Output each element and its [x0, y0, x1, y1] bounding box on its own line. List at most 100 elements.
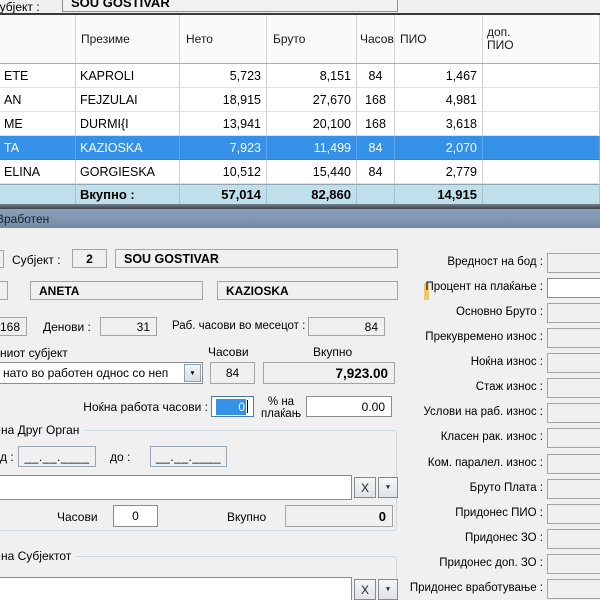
table-header-hours[interactable]: Часов — [357, 15, 395, 63]
field-label: Придонес вработување : — [320, 582, 543, 594]
cell-hours[interactable]: 84 — [357, 136, 395, 160]
table-header-row: Презиме Нето Бруто Часов ПИО доп. ПИО — [0, 15, 600, 64]
cell-pio[interactable]: 1,467 — [395, 64, 483, 88]
table-row[interactable]: ME DURMI{I 13,941 20,100 168 3,618 — [0, 112, 600, 136]
cell-firstname[interactable]: ETE — [0, 64, 76, 88]
cell-neto[interactable]: 13,941 — [180, 112, 267, 136]
table-header-neto[interactable]: Нето — [180, 15, 267, 63]
field-label: Основно Бруто : — [320, 306, 543, 318]
text-cursor — [247, 400, 248, 413]
combo-hours-field[interactable]: 84 — [210, 362, 255, 384]
totals-neto: 57,014 — [180, 184, 267, 204]
cell-hours[interactable]: 168 — [357, 88, 395, 112]
cell-pio[interactable]: 3,618 — [395, 112, 483, 136]
date-from-label: д : — [0, 450, 14, 464]
night-hours-input[interactable]: 0 — [211, 396, 254, 417]
cell-bruto[interactable]: 20,100 — [267, 112, 357, 136]
work-hours-label: Раб. часови во месецот : — [172, 320, 305, 332]
cell-surname[interactable]: DURMI{I — [76, 112, 180, 136]
table-header-firstname[interactable] — [0, 15, 76, 63]
subject-code-field[interactable]: 2 — [72, 249, 107, 268]
cell-neto[interactable]: 10,512 — [180, 160, 267, 184]
dialog-titlebar[interactable]: Вработен — [0, 209, 600, 228]
dialog-title: Вработен — [0, 212, 49, 226]
field-label: Ноќна износ : — [320, 356, 543, 368]
cell-dop-pio[interactable] — [483, 136, 600, 160]
totals-empty — [0, 184, 76, 204]
table-row[interactable]: ELINA GORGIESKA 10,512 15,440 84 2,779 — [0, 160, 600, 184]
hours-total-field[interactable]: 168 — [0, 317, 27, 336]
cell-bruto[interactable]: 11,499 — [267, 136, 357, 160]
field-label: Вредност на бод : — [320, 256, 543, 268]
cell-pio[interactable]: 4,981 — [395, 88, 483, 112]
table-header-surname[interactable]: Презиме — [76, 15, 180, 63]
cell-bruto[interactable]: 27,670 — [267, 88, 357, 112]
cell-hours[interactable]: 84 — [357, 160, 395, 184]
top-subject-field[interactable]: SOU GOSTIVAR — [62, 0, 398, 12]
cell-surname[interactable]: GORGIESKA — [76, 160, 180, 184]
value-field[interactable] — [547, 378, 600, 398]
field-label: Придонес ПИО : — [320, 507, 543, 519]
days-field[interactable]: 31 — [100, 317, 157, 336]
value-field[interactable] — [547, 504, 600, 524]
partial-subject-label: ниот субјект — [0, 346, 68, 360]
cell-surname[interactable]: FEJZULAI — [76, 88, 180, 112]
cell-neto[interactable]: 18,915 — [180, 88, 267, 112]
cell-bruto[interactable]: 8,151 — [267, 64, 357, 88]
cell-firstname[interactable]: ELINA — [0, 160, 76, 184]
field-label: Придонес доп. ЗО : — [320, 557, 543, 569]
subject-work-combobox[interactable] — [0, 577, 352, 600]
table-totals-row: Вкупно : 57,014 82,860 14,915 — [0, 184, 600, 204]
cell-dop-pio[interactable] — [483, 112, 600, 136]
cell-pio[interactable]: 2,779 — [395, 160, 483, 184]
cell-neto[interactable]: 5,723 — [180, 64, 267, 88]
cell-pio[interactable]: 2,070 — [395, 136, 483, 160]
field-label: Класен рак. износ : — [320, 431, 543, 443]
value-field[interactable] — [547, 428, 600, 448]
table-header-dop-pio[interactable]: доп. ПИО — [483, 15, 600, 63]
first-name-field[interactable]: ANETA — [30, 281, 203, 300]
employees-table: Презиме Нето Бруто Часов ПИО доп. ПИО ET… — [0, 15, 600, 204]
value-field[interactable] — [547, 253, 600, 273]
cell-neto[interactable]: 7,923 — [180, 136, 267, 160]
cut-field-fragment — [0, 281, 8, 300]
value-field[interactable] — [547, 403, 600, 423]
cell-firstname[interactable]: TA — [0, 136, 76, 160]
totals-label: Вкупно : — [76, 184, 180, 204]
value-field[interactable] — [547, 278, 600, 298]
value-field[interactable] — [547, 303, 600, 323]
value-field[interactable] — [547, 554, 600, 574]
table-row[interactable]: ETE KAPROLI 5,723 8,151 84 1,467 — [0, 64, 600, 88]
table-header-bruto[interactable]: Бруто — [267, 15, 357, 63]
date-to-label: до : — [110, 450, 130, 464]
chevron-down-icon[interactable]: ▼ — [184, 364, 201, 382]
cell-dop-pio[interactable] — [483, 64, 600, 88]
value-field[interactable] — [547, 479, 600, 499]
dop-line2: ПИО — [487, 38, 514, 52]
table-header-pio[interactable]: ПИО — [395, 15, 483, 63]
cell-hours[interactable]: 168 — [357, 112, 395, 136]
app-window: Субјект : SOU GOSTIVAR Презиме Нето Брут… — [0, 0, 600, 600]
value-field[interactable] — [547, 579, 600, 599]
table-row[interactable]: AN FEJZULAI 18,915 27,670 168 4,981 — [0, 88, 600, 112]
cell-bruto[interactable]: 15,440 — [267, 160, 357, 184]
value-field[interactable] — [547, 328, 600, 348]
cell-dop-pio[interactable] — [483, 88, 600, 112]
date-to-input[interactable]: __.__.____ — [150, 446, 227, 467]
value-field[interactable] — [547, 353, 600, 373]
hours2-input[interactable]: 0 — [113, 505, 158, 527]
totals-hours — [357, 184, 395, 204]
value-field[interactable] — [547, 454, 600, 474]
cell-firstname[interactable]: ME — [0, 112, 76, 136]
value-field[interactable] — [547, 529, 600, 549]
cell-dop-pio[interactable] — [483, 160, 600, 184]
total2-label: Вкупно — [227, 510, 266, 524]
table-row-selected[interactable]: TA KAZIOSKA 7,923 11,499 84 2,070 — [0, 136, 600, 160]
cell-surname[interactable]: KAPROLI — [76, 64, 180, 88]
date-from-input[interactable]: __.__.____ — [18, 446, 96, 467]
cell-hours[interactable]: 84 — [357, 64, 395, 88]
other-org-combobox[interactable] — [0, 475, 352, 500]
employment-type-combobox[interactable]: нато во работен однос со неп ▼ — [0, 362, 203, 384]
cell-firstname[interactable]: AN — [0, 88, 76, 112]
cell-surname[interactable]: KAZIOSKA — [76, 136, 180, 160]
